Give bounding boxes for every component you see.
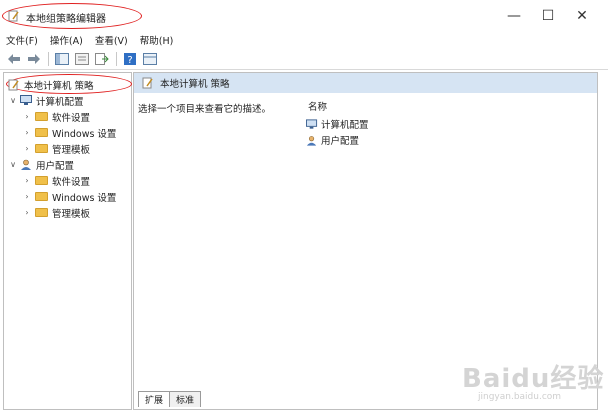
chevron-right-icon[interactable]: › bbox=[22, 208, 32, 217]
folder-icon bbox=[35, 176, 48, 185]
minimize-button[interactable]: — bbox=[500, 6, 528, 26]
help-icon[interactable]: ? bbox=[122, 51, 138, 67]
tree-item-root[interactable]: 本地计算机 策略 bbox=[8, 77, 94, 92]
user-icon bbox=[21, 159, 31, 170]
tree-item-label: Windows 设置 bbox=[52, 128, 117, 140]
show-tree-icon[interactable] bbox=[54, 51, 70, 67]
menu-help[interactable]: 帮助(H) bbox=[134, 33, 180, 47]
maximize-button[interactable]: ☐ bbox=[534, 6, 562, 26]
chevron-down-icon[interactable]: ∨ bbox=[8, 160, 18, 169]
description-text: 选择一个项目来查看它的描述。 bbox=[138, 104, 272, 115]
menu-bar: 文件(F) 操作(A) 查看(V) 帮助(H) bbox=[0, 32, 608, 48]
toolbar-separator bbox=[48, 51, 49, 66]
tree-item-user-config[interactable]: ∨ 用户配置 bbox=[8, 157, 74, 172]
tab-extended[interactable]: 扩展 bbox=[138, 391, 171, 407]
tree-item-windows-settings[interactable]: › Windows 设置 bbox=[22, 189, 116, 204]
tree-item-software-settings[interactable]: › 软件设置 bbox=[22, 173, 90, 188]
chevron-down-icon[interactable]: ∨ bbox=[8, 96, 18, 105]
tree-pane[interactable]: 本地计算机 策略 ∨ 计算机配置 › 软件设置 › Windows 设置 › 管… bbox=[3, 72, 132, 410]
list-item-computer-config[interactable]: 计算机配置 bbox=[306, 117, 369, 131]
back-icon[interactable] bbox=[6, 51, 22, 67]
tree-item-admin-templates[interactable]: › 管理模板 bbox=[22, 141, 90, 156]
tab-standard[interactable]: 标准 bbox=[169, 391, 202, 407]
view-tabs: 扩展 标准 bbox=[138, 391, 202, 407]
chevron-right-icon[interactable]: › bbox=[22, 144, 32, 153]
tree-item-label: 软件设置 bbox=[52, 176, 91, 188]
list-item-label: 用户配置 bbox=[321, 136, 360, 147]
tree-item-label: 本地计算机 策略 bbox=[24, 80, 94, 92]
menu-view[interactable]: 查看(V) bbox=[89, 33, 134, 47]
computer-icon bbox=[20, 95, 32, 105]
policy-icon bbox=[142, 77, 153, 89]
tree-item-label: Windows 设置 bbox=[52, 192, 117, 204]
menu-action[interactable]: 操作(A) bbox=[44, 33, 89, 47]
list-item-label: 计算机配置 bbox=[321, 120, 369, 131]
policy-icon bbox=[8, 79, 19, 90]
tree-item-label: 管理模板 bbox=[52, 144, 91, 156]
list-item-user-config[interactable]: 用户配置 bbox=[306, 133, 359, 147]
baidu-watermark-url: jingyan.baidu.com bbox=[478, 392, 562, 402]
tree-item-admin-templates[interactable]: › 管理模板 bbox=[22, 205, 90, 220]
folder-icon bbox=[35, 128, 48, 137]
tree-item-label: 用户配置 bbox=[36, 160, 75, 172]
export-list-icon[interactable] bbox=[94, 51, 110, 67]
properties-icon[interactable] bbox=[74, 51, 90, 67]
tree-item-label: 软件设置 bbox=[52, 112, 91, 124]
close-button[interactable]: ✕ bbox=[568, 6, 596, 26]
folder-icon bbox=[35, 192, 48, 201]
tree-item-software-settings[interactable]: › 软件设置 bbox=[22, 109, 90, 124]
tree-item-windows-settings[interactable]: › Windows 设置 bbox=[22, 125, 116, 140]
tree-item-label: 计算机配置 bbox=[36, 96, 84, 108]
chevron-right-icon[interactable]: › bbox=[22, 112, 32, 121]
gpedit-window: 本地组策略编辑器 — ☐ ✕ 文件(F) 操作(A) 查看(V) 帮助(H) ? bbox=[0, 0, 608, 415]
baidu-watermark-logo: Baidu经验 bbox=[462, 364, 605, 394]
details-header-title: 本地计算机 策略 bbox=[160, 79, 230, 90]
tree-item-label: 管理模板 bbox=[52, 208, 91, 220]
folder-icon bbox=[35, 112, 48, 121]
chevron-right-icon[interactable]: › bbox=[22, 192, 32, 201]
chevron-right-icon[interactable]: › bbox=[22, 128, 32, 137]
toolbar-separator bbox=[116, 51, 117, 66]
title-bar[interactable]: 本地组策略编辑器 — ☐ ✕ bbox=[0, 0, 608, 32]
details-header: 本地计算机 策略 bbox=[134, 73, 597, 93]
computer-icon bbox=[306, 118, 318, 129]
title-annotation-circle bbox=[2, 3, 142, 29]
view-icon[interactable] bbox=[142, 51, 158, 67]
folder-icon bbox=[35, 144, 48, 153]
forward-icon[interactable] bbox=[26, 51, 42, 67]
svg-text:?: ? bbox=[127, 55, 132, 65]
user-icon bbox=[306, 135, 317, 146]
tree-item-computer-config[interactable]: ∨ 计算机配置 bbox=[8, 93, 84, 108]
folder-icon bbox=[35, 208, 48, 217]
chevron-right-icon[interactable]: › bbox=[22, 176, 32, 185]
menu-file[interactable]: 文件(F) bbox=[0, 33, 44, 47]
toolbar: ? bbox=[0, 48, 608, 70]
column-header-name[interactable]: 名称 bbox=[308, 99, 327, 113]
